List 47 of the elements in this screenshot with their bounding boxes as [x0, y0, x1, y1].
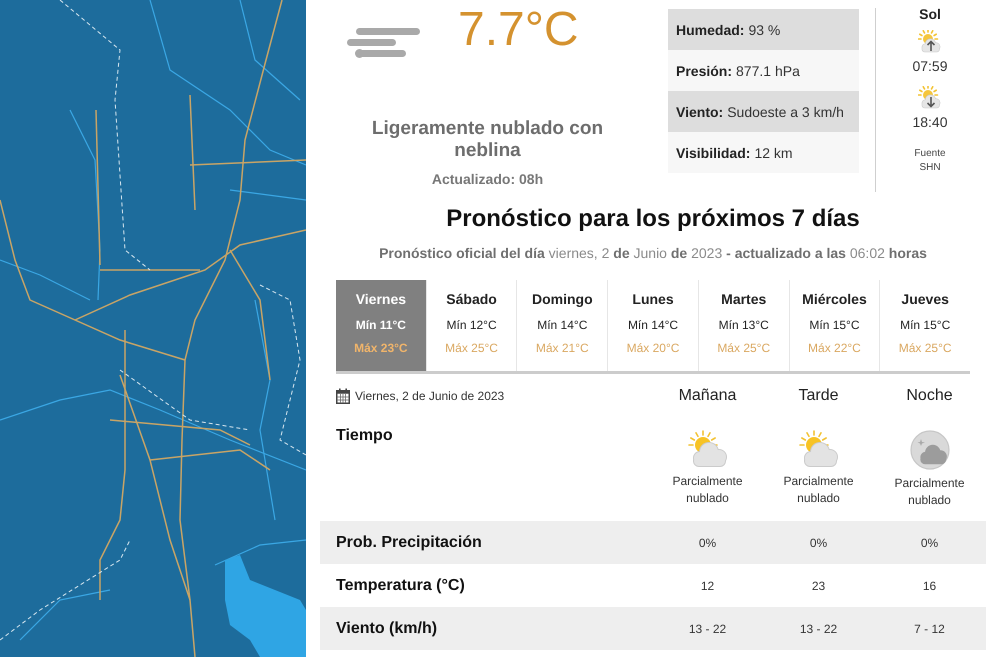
period-heading: Mañana — [678, 387, 738, 405]
updated-time: Actualizado: 08h — [432, 171, 544, 188]
fog-icon — [347, 28, 420, 58]
detail-label: Viento: — [676, 104, 724, 120]
forecast-date: Viernes, 2 de Junio de 2023 — [355, 389, 504, 403]
day-tab[interactable]: Viernes Mín 11°C Máx 23°C — [336, 280, 426, 371]
table-cell-text: 0% — [920, 536, 940, 550]
table-cell-text: 13 - 22 — [688, 622, 728, 636]
weather-condition: Ligeramente nublado con neblina — [370, 118, 604, 162]
source-label: Fuente SHN — [913, 147, 947, 175]
row-label: Viento (km/h) — [335, 620, 438, 638]
sunrise-time: 07:59 — [912, 58, 948, 74]
table-cell-text: 0% — [698, 536, 718, 550]
period-heading: Noche — [905, 387, 954, 405]
table-cell-text: 16 — [922, 578, 938, 592]
row-label: Prob. Precipitación — [335, 534, 483, 552]
table-cell-text: 7 - 12 — [913, 622, 946, 636]
detail-label: Visibilidad: — [676, 144, 750, 160]
sun-title: Sol — [919, 6, 941, 22]
sun-cloud-icon — [686, 430, 728, 468]
weather-label: Tiempo — [335, 426, 394, 445]
table-cell-text: 13 - 22 — [798, 622, 838, 636]
day-tab[interactable]: Miércoles Mín 15°C Máx 22°C — [788, 280, 880, 371]
detail-value: 877.1 hPa — [736, 62, 800, 78]
table-cell-text: 12 — [700, 578, 716, 592]
period-condition: Parcialmente nublado — [671, 473, 744, 507]
detail-label: Presión: — [676, 62, 732, 78]
day-tab[interactable]: Sábado Mín 12°C Máx 25°C — [426, 280, 516, 371]
detail-value: 93 % — [748, 22, 780, 38]
sun-cloud-icon — [798, 430, 840, 468]
sunset-time: 18:40 — [912, 114, 948, 130]
table-cell-text: 23 — [810, 578, 826, 592]
period-condition: Parcialmente nublado — [893, 475, 966, 509]
forecast-title: Pronóstico para los próximos 7 días — [445, 204, 861, 234]
moon-cloud-icon — [910, 430, 950, 470]
temperature-reading: 7.7°C — [458, 6, 579, 54]
forecast-subtitle: Pronóstico oficial del día viernes, 2 de Junio de 2023 - actualizado a las 06:02 horas — [378, 245, 928, 262]
calendar-icon — [336, 388, 350, 404]
detail-value: 12 km — [754, 144, 793, 160]
sunset-icon — [918, 86, 942, 110]
row-label: Temperatura (°C) — [335, 576, 466, 594]
detail-value: Sudoeste a 3 km/h — [727, 104, 844, 120]
table-cell-text: 0% — [808, 536, 828, 550]
period-condition: Parcialmente nublado — [782, 473, 855, 507]
period-heading: Tarde — [797, 387, 840, 405]
sunrise-icon — [918, 30, 942, 54]
detail-label: Humedad: — [676, 22, 744, 38]
